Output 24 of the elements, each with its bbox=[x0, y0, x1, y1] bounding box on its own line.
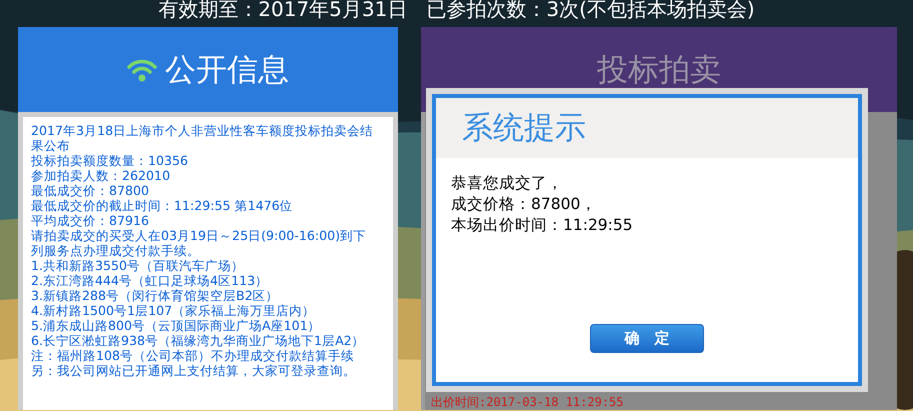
info-line: 5.浦东成山路800号（云顶国际商业广场A座101） bbox=[31, 318, 322, 333]
dialog-title: 系统提示 bbox=[462, 109, 586, 148]
info-title: 公开信息 bbox=[165, 50, 289, 90]
dialog-message: 成交价格：87800， bbox=[451, 194, 598, 215]
dialog-message: 恭喜您成交了， bbox=[451, 173, 564, 194]
info-line: 4.新村路1500号1层107（家乐福上海万里店内） bbox=[31, 303, 316, 318]
info-line: 2.东江湾路444号（虹口足球场4区113） bbox=[31, 273, 270, 288]
dialog-message: 本场出价时间：11:29:55 bbox=[451, 215, 634, 236]
bidding-title: 投标拍卖 bbox=[597, 50, 721, 90]
info-line: 最低成交价的截止时间：11:29:55 第1476位 bbox=[31, 198, 294, 213]
bid-time: 出价时间:2017-03-18 11:29:55 bbox=[431, 395, 624, 409]
info-line: 投标拍卖额度数量：10356 bbox=[31, 153, 190, 168]
info-line: 参加拍卖人数：262010 bbox=[31, 168, 172, 183]
info-line: 请拍卖成交的买受人在03月19日～25日(9:00-16:00)到下列服务点办理成交付款手续。 bbox=[31, 228, 368, 258]
confirm-button[interactable]: 确 定 bbox=[590, 324, 704, 353]
info-line: 3.新镇路288号（闵行体育馆架空层B2区） bbox=[31, 288, 280, 303]
info-line: 最低成交价：87800 bbox=[31, 183, 150, 198]
info-line: 注：福州路108号（公司本部）不办理成交付款结算手续 bbox=[31, 348, 356, 363]
info-line: 6.长宁区淞虹路938号（福缘湾九华商业广场地下1层A2） bbox=[31, 333, 366, 348]
info-line: 1.共和新路3550号（百联汽车广场） bbox=[31, 258, 246, 273]
wifi-icon bbox=[127, 56, 157, 82]
info-line: 2017年3月18日上海市个人非营业性客车额度投标拍卖会结果公布 bbox=[31, 123, 374, 153]
info-line: 另：我公司网站已开通网上支付结算，大家可登录查询。 bbox=[31, 363, 357, 378]
info-line: 平均成交价：87916 bbox=[31, 213, 150, 228]
